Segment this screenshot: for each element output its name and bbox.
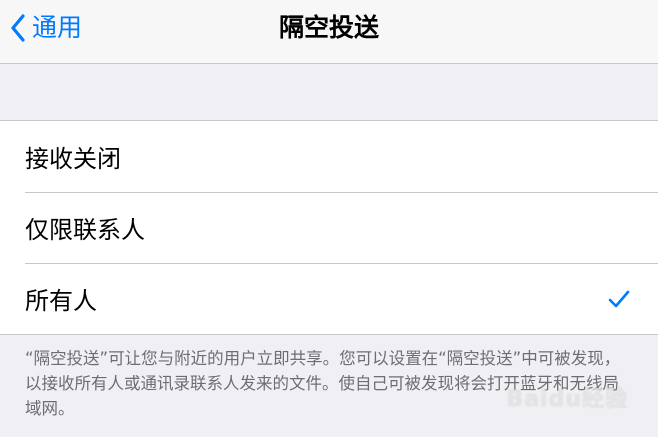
option-everyone[interactable]: 所有人: [0, 263, 658, 334]
page-title: 隔空投送: [278, 13, 379, 42]
option-label: 仅限联系人: [25, 216, 145, 244]
receive-options-list: 接收关闭 仅限联系人 所有人: [0, 120, 658, 335]
baidu-jingyan-watermark: Baidu经验: [506, 387, 628, 412]
navigation-bar: 通用 隔空投送: [0, 0, 658, 64]
option-receiving-off[interactable]: 接收关闭: [0, 121, 658, 192]
option-contacts-only[interactable]: 仅限联系人: [0, 192, 658, 263]
option-label: 所有人: [25, 287, 97, 315]
option-label: 接收关闭: [25, 145, 121, 173]
checkmark-icon: [608, 290, 630, 308]
